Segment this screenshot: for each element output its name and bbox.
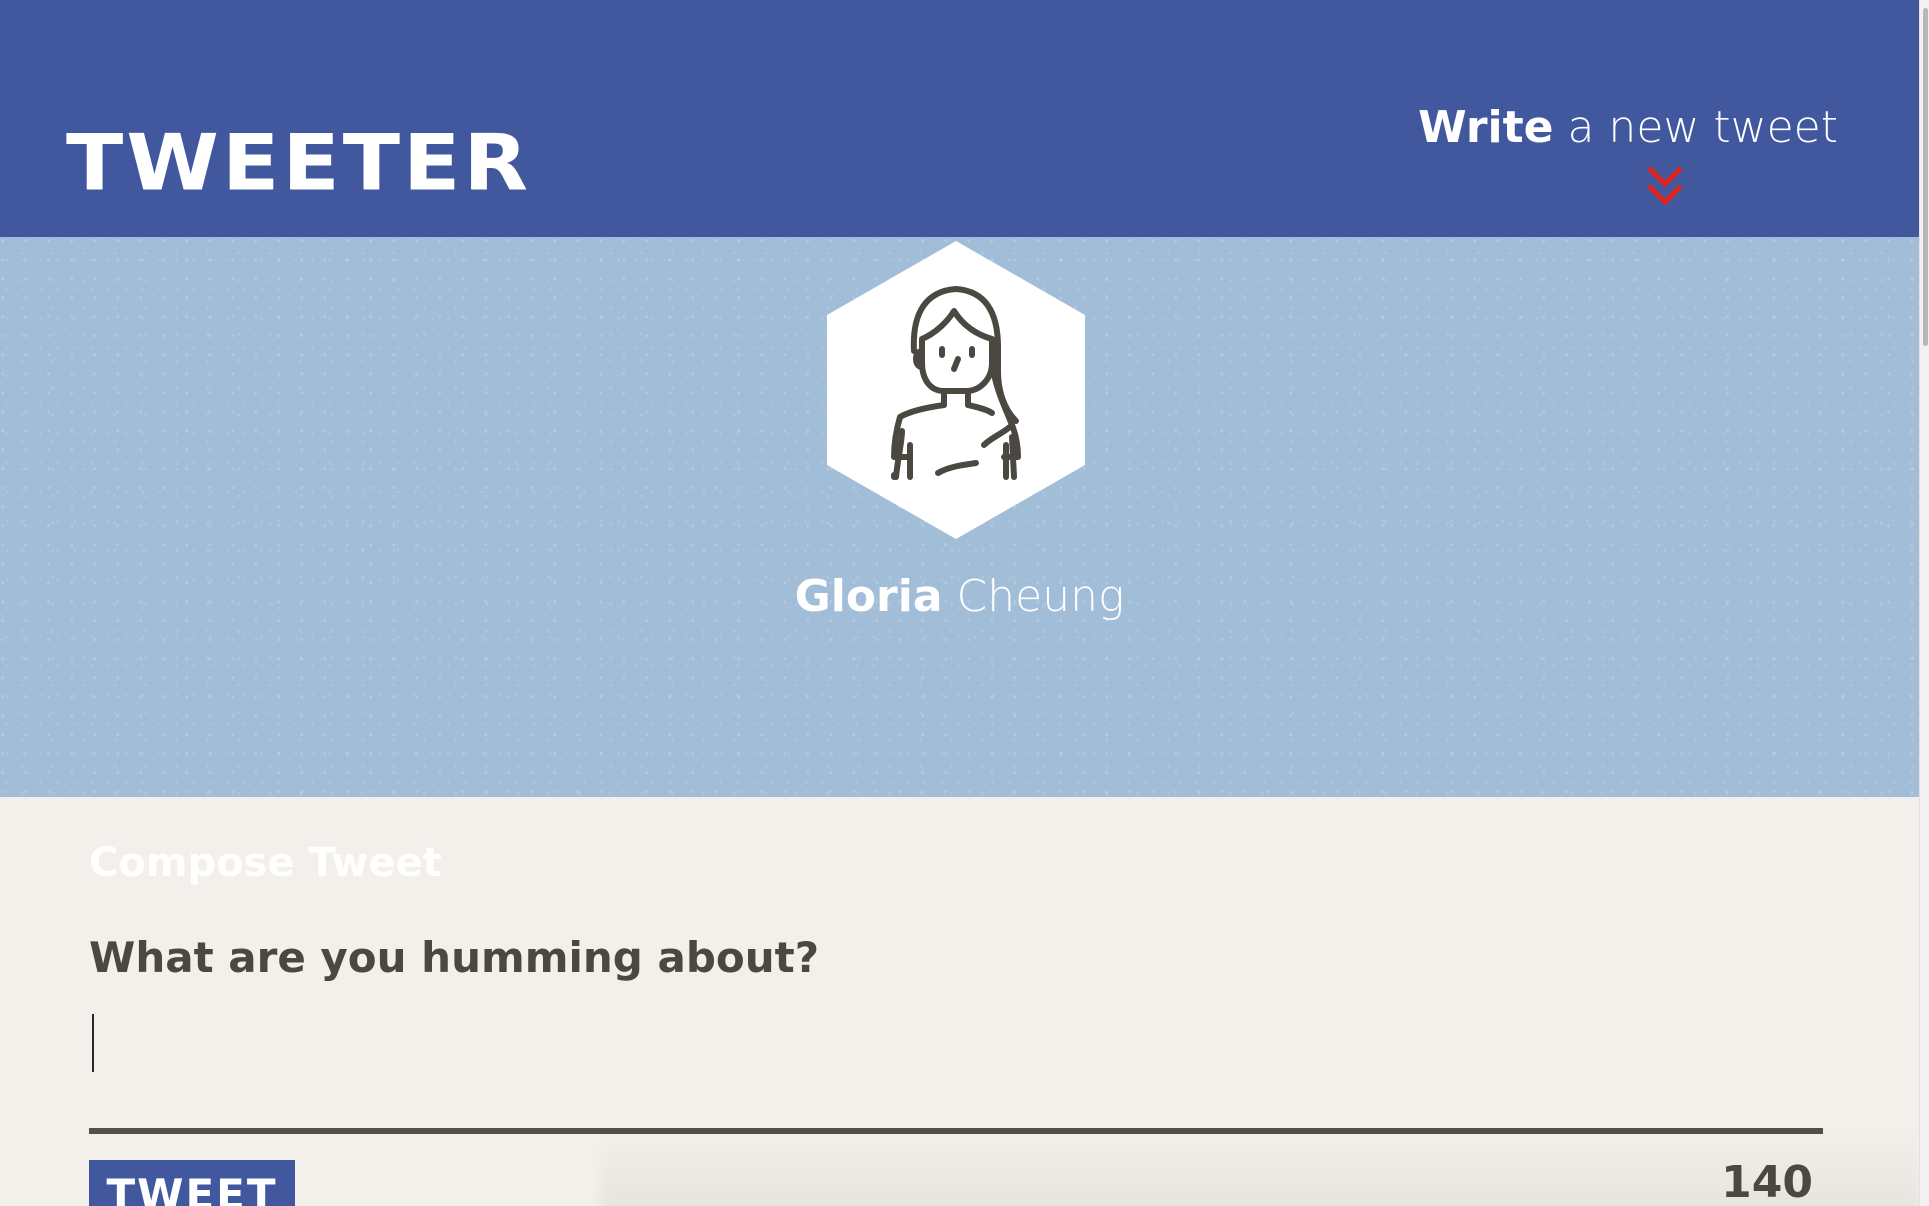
woman-avatar-icon bbox=[827, 241, 1085, 539]
top-nav: TWEETER Write a new tweet bbox=[0, 0, 1919, 237]
tweet-prompt-label: What are you humming about? bbox=[89, 933, 820, 982]
text-caret bbox=[92, 1014, 94, 1072]
write-new-tweet-toggle[interactable]: Write a new tweet bbox=[1418, 103, 1838, 214]
profile-first-name: Gloria bbox=[794, 571, 943, 622]
character-counter: 140 bbox=[1721, 1157, 1813, 1206]
write-new-tweet-label: Write a new tweet bbox=[1418, 102, 1838, 153]
scrollbar-thumb[interactable] bbox=[1923, 8, 1928, 346]
tweet-text-input[interactable] bbox=[89, 1002, 1823, 1122]
page-scrollbar[interactable] bbox=[1919, 0, 1929, 1206]
double-chevron-down-icon[interactable] bbox=[1645, 164, 1685, 210]
compose-title: Compose Tweet bbox=[89, 840, 442, 886]
compose-divider bbox=[89, 1128, 1823, 1134]
write-rest-label: a new tweet bbox=[1553, 102, 1838, 153]
write-bold-label: Write bbox=[1418, 102, 1554, 153]
profile-name: Gloria Cheung bbox=[0, 575, 1919, 619]
profile-last-name: Cheung bbox=[942, 571, 1125, 622]
profile-banner: Gloria Cheung bbox=[0, 237, 1919, 797]
tweet-submit-button[interactable]: TWEET bbox=[89, 1160, 295, 1206]
compose-section: Compose Tweet What are you humming about… bbox=[0, 797, 1920, 1206]
brand-logo[interactable]: TWEETER bbox=[66, 124, 531, 201]
tweeter-page: TWEETER Write a new tweet Gloria Cheung … bbox=[0, 0, 1929, 1206]
